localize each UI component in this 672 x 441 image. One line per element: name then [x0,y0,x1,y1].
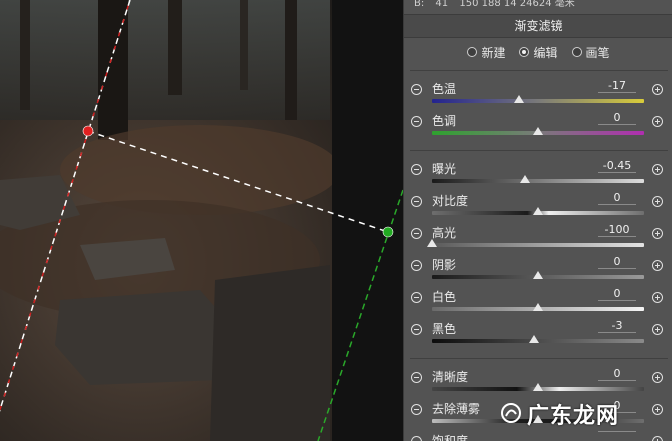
minus-circle-icon[interactable] [411,324,422,335]
divider [410,150,668,151]
minus-circle-icon[interactable] [411,196,422,207]
minus-circle-icon[interactable] [411,116,422,127]
minus-circle-icon[interactable] [411,84,422,95]
slider-value-field[interactable]: 0 [598,367,636,381]
b-value: 41 [435,0,449,9]
plus-circle-icon[interactable] [652,436,663,441]
minus-circle-icon[interactable] [411,404,422,415]
slider-row: 阴影 0 [404,255,672,286]
adjustment-panel: B: 41 150 188 14 24624 毫米 渐变滤镜 新建 编辑 画笔 … [403,0,672,441]
slider-row: 高光 -100 [404,223,672,254]
minus-circle-icon[interactable] [411,260,422,271]
slider-value-field[interactable]: -100 [598,223,636,237]
slider-label: 饱和度 [432,434,469,441]
slider-value-field[interactable]: 0 [598,191,636,205]
watermark-text: 广东龙网 [527,404,620,429]
plus-circle-icon[interactable] [652,84,663,95]
slider-label: 黑色 [432,322,457,336]
minus-circle-icon[interactable] [411,292,422,303]
slider-label: 白色 [432,290,457,304]
plus-circle-icon[interactable] [652,404,663,415]
slider-thumb[interactable] [533,383,543,391]
mode-new[interactable]: 新建 [467,42,505,62]
photo-canvas[interactable] [0,0,403,441]
slider-value-field[interactable]: -17 [598,79,636,93]
slider-row: 色调 0 [404,111,672,142]
slider-track[interactable] [432,179,644,183]
cut-readout: 150 188 14 24624 毫米 [459,0,575,9]
plus-circle-icon[interactable] [652,260,663,271]
slider-row: 曝光 -0.45 [404,159,672,190]
slider-row: 清晰度 0 [404,367,672,398]
plus-circle-icon[interactable] [652,324,663,335]
slider-row: 黑色 -3 [404,319,672,350]
slider-track[interactable] [432,243,644,247]
slider-thumb[interactable] [528,335,539,343]
minus-circle-icon[interactable] [411,436,422,441]
radio-icon[interactable] [467,47,478,57]
slider-label: 色温 [432,82,457,96]
slider-value-field[interactable]: -3 [598,319,636,333]
slider-row: 白色 0 [404,287,672,318]
slider-value-field[interactable] [598,431,636,432]
plus-circle-icon[interactable] [652,196,663,207]
plus-circle-icon[interactable] [652,116,663,127]
divider [410,358,668,359]
plus-circle-icon[interactable] [652,292,663,303]
slider-row: 对比度 0 [404,191,672,222]
slider-row: 饱和度 [404,431,672,441]
mode-brush-label: 画笔 [585,45,610,60]
slider-label: 阴影 [432,258,457,272]
slider-label: 清晰度 [432,370,469,384]
slider-thumb[interactable] [513,95,524,103]
slider-thumb[interactable] [533,127,543,135]
slider-thumb[interactable] [427,239,437,247]
slider-thumb[interactable] [533,207,543,215]
b-label: B: [414,0,425,9]
mode-new-label: 新建 [481,45,506,60]
slider-thumb[interactable] [520,175,531,183]
panel-title: 渐变滤镜 [404,14,672,38]
slider-value-field[interactable]: 0 [598,111,636,125]
slider-value-field[interactable]: 0 [598,255,636,269]
mode-selector: 新建 编辑 画笔 [404,42,672,62]
slider-label: 色调 [432,114,457,128]
slider-label: 曝光 [432,162,457,176]
minus-circle-icon[interactable] [411,164,422,175]
slider-thumb[interactable] [533,271,543,279]
slider-label: 对比度 [432,194,469,208]
minus-circle-icon[interactable] [411,228,422,239]
divider [410,70,668,71]
slider-track[interactable] [432,99,644,103]
mode-brush[interactable]: 画笔 [571,42,610,62]
watermark-logo-icon [501,403,521,423]
slider-row: 色温 -17 [404,79,672,110]
readout-strip: B: 41 150 188 14 24624 毫米 [414,0,583,9]
radio-selected-icon[interactable] [519,47,530,57]
gradient-end-pin [382,226,394,238]
slider-value-field[interactable]: -0.45 [598,159,636,173]
gradient-start-pin [82,125,94,137]
minus-circle-icon[interactable] [411,372,422,383]
mode-edit-label: 编辑 [533,45,558,60]
plus-circle-icon[interactable] [652,164,663,175]
slider-thumb[interactable] [533,303,543,311]
slider-label: 去除薄雾 [432,402,481,416]
radio-icon[interactable] [571,47,582,57]
mode-edit[interactable]: 编辑 [519,42,558,62]
slider-value-field[interactable]: 0 [598,287,636,301]
plus-circle-icon[interactable] [652,228,663,239]
plus-circle-icon[interactable] [652,372,663,383]
